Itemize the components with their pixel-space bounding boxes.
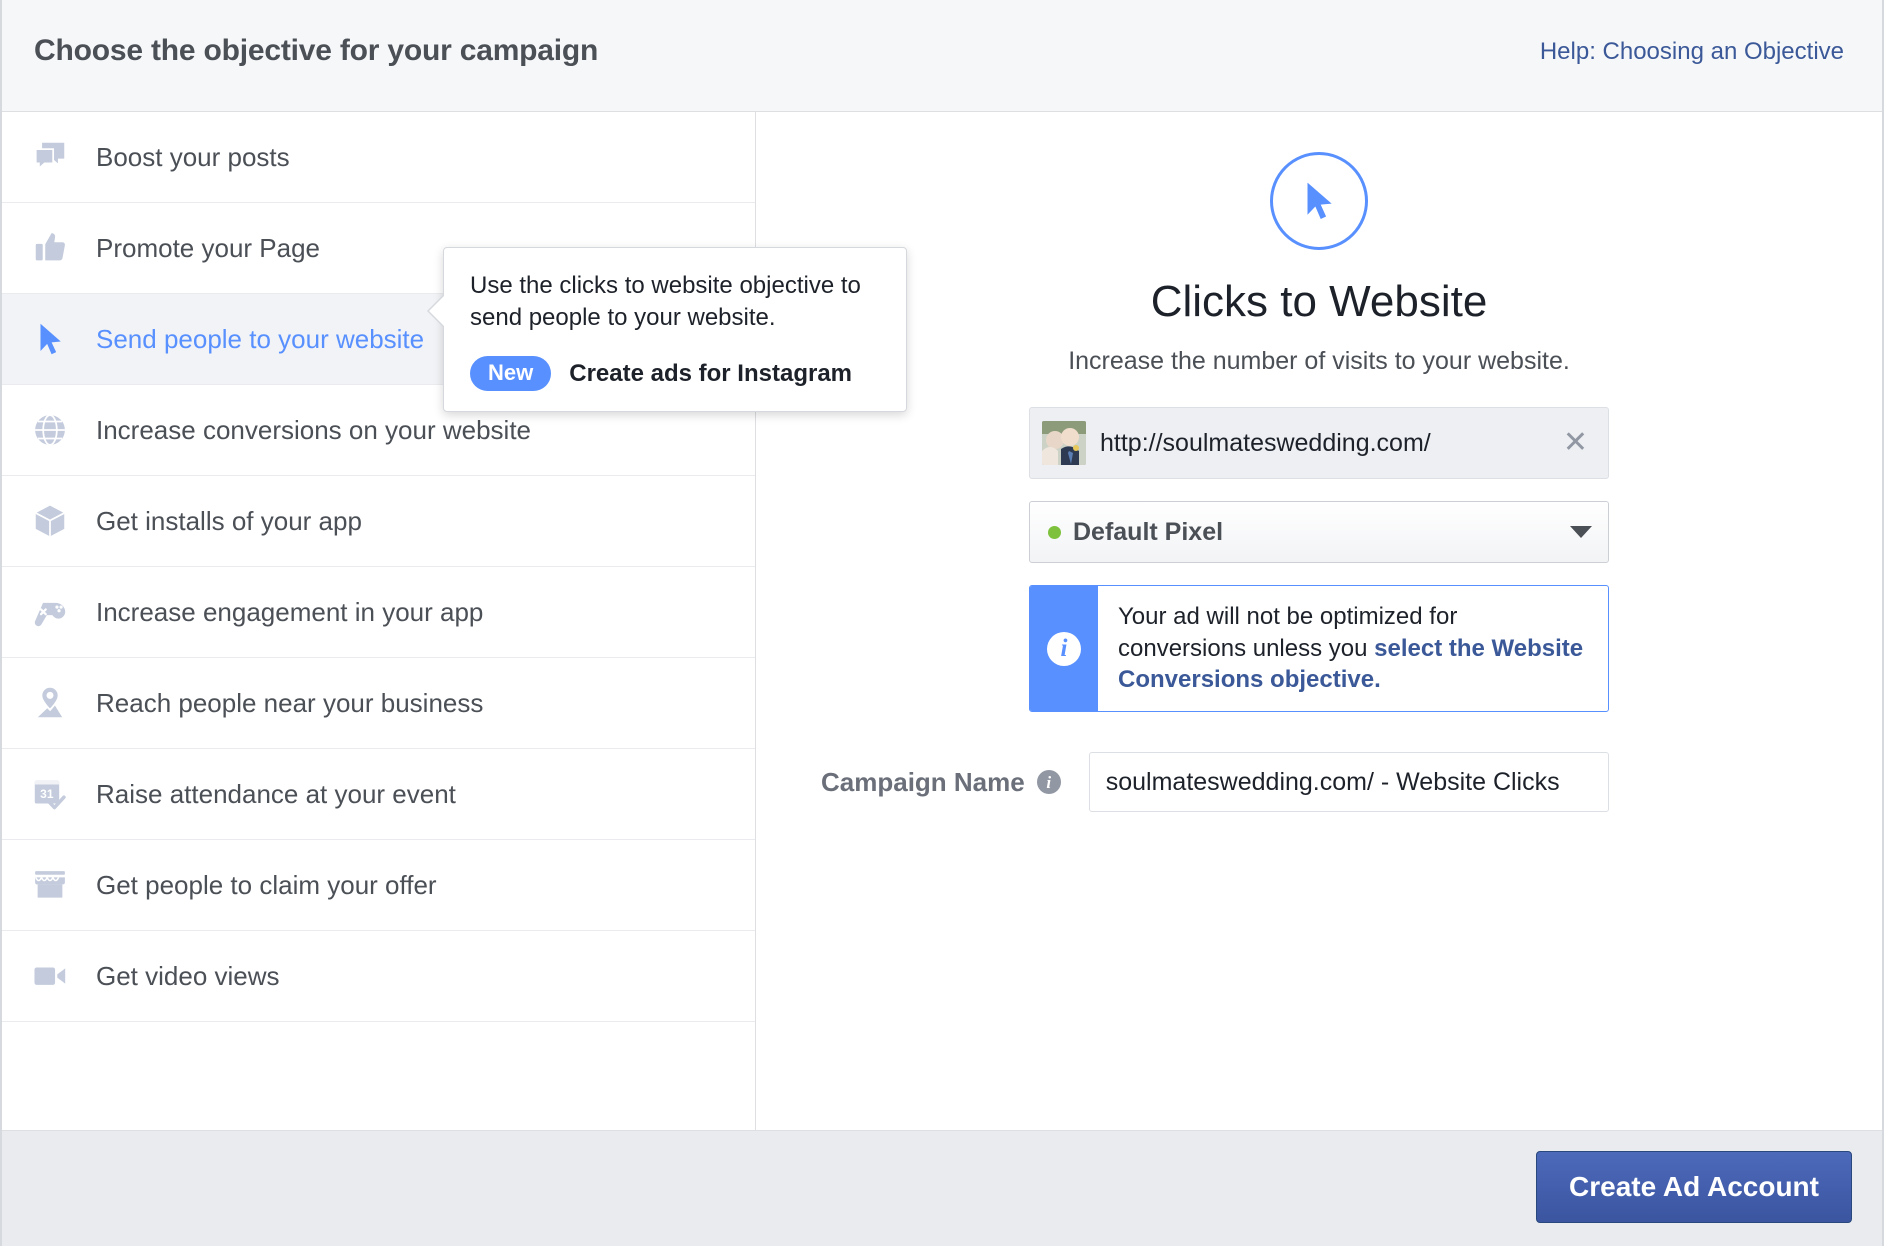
thumbs-up-icon [24,229,76,267]
objective-item-label: Reach people near your business [96,687,484,718]
create-ad-account-button[interactable]: Create Ad Account [1536,1151,1852,1223]
calendar-icon: 31 [24,775,76,813]
pixel-select-value: Default Pixel [1073,517,1224,546]
website-thumbnail [1042,421,1086,465]
gamepad-icon [24,593,76,631]
tooltip-arrow-fill [429,294,446,328]
chevron-down-icon [1570,526,1592,538]
globe-icon [24,411,76,449]
objective-item-label: Increase engagement in your app [96,596,484,627]
new-badge: New [470,356,552,392]
video-camera-icon [24,957,76,995]
objective-item-4[interactable]: Get installs of your app [2,476,755,567]
objective-item-0[interactable]: Boost your posts [2,112,755,203]
objective-item-label: Raise attendance at your event [96,778,456,809]
campaign-name-label: Campaign Name [821,766,1025,797]
close-icon[interactable]: ✕ [1551,428,1600,458]
notice-accent-bar: i [1030,586,1098,712]
page-header: Choose the objective for your campaign H… [2,0,1882,112]
info-icon: i [1047,631,1081,666]
objective-item-label: Promote your Page [96,232,321,263]
objective-detail-panel: Clicks to Website Increase the number of… [756,112,1882,1130]
svg-text:31: 31 [40,787,54,801]
notice-text: Your ad will not be optimized for conver… [1098,586,1608,711]
objective-title: Clicks to Website [1150,277,1488,326]
tooltip-promo-row: New Create ads for Instagram [470,356,880,392]
page-footer: Create Ad Account [2,1130,1882,1246]
instagram-promo-link[interactable]: Create ads for Instagram [569,360,852,388]
ads-manager-campaign-objective-page: Choose the objective for your campaign H… [0,0,1884,1246]
campaign-name-row: Campaign Name i soulmateswedding.com/ - … [821,752,1609,813]
cursor-arrow-icon [24,320,76,358]
objective-subtitle: Increase the number of visits to your we… [1068,347,1570,375]
objective-item-label: Get installs of your app [96,505,362,536]
page-body: Boost your posts Promote your Page Send pe… [2,112,1882,1130]
objective-item-9[interactable]: Get video views [2,931,755,1022]
map-pin-icon [24,684,76,722]
speech-bubbles-icon [24,138,76,176]
website-url-field[interactable]: http://soulmateswedding.com/ ✕ [1029,407,1609,479]
campaign-name-input[interactable]: soulmateswedding.com/ - Website Clicks [1088,752,1609,813]
objective-item-label: Get video views [96,960,280,991]
pixel-status-dot [1048,525,1061,539]
page-title: Choose the objective for your campaign [34,34,599,67]
objective-form: http://soulmateswedding.com/ ✕ Default P… [821,407,1609,813]
tooltip-body: Use the clicks to website objective to s… [470,272,861,332]
info-icon[interactable]: i [1036,770,1061,795]
storefront-icon [24,866,76,904]
objective-item-7[interactable]: 31 Raise attendance at your event [2,749,755,840]
objective-item-label: Boost your posts [96,141,290,172]
objective-item-label: Get people to claim your offer [96,869,437,900]
pixel-select[interactable]: Default Pixel [1029,501,1609,563]
objective-item-label: Increase conversions on your website [96,414,532,445]
cursor-arrow-circle-icon [1270,152,1368,250]
objective-item-6[interactable]: Reach people near your business [2,658,755,749]
objective-item-label: Send people to your website [96,323,425,354]
objective-tooltip: Use the clicks to website objective to s… [427,247,907,413]
help-link[interactable]: Help: Choosing an Objective [1540,38,1844,66]
conversion-notice: i Your ad will not be optimized for conv… [1029,585,1609,713]
website-url-value: http://soulmateswedding.com/ [1100,428,1431,457]
box-icon [24,502,76,540]
objective-item-5[interactable]: Increase engagement in your app [2,567,755,658]
objective-item-8[interactable]: Get people to claim your offer [2,840,755,931]
